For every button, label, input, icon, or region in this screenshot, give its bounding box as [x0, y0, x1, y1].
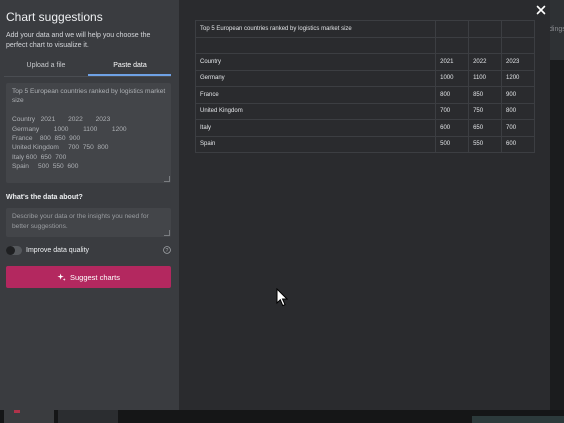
table-cell: 2022 — [468, 53, 503, 71]
table-cell — [468, 36, 503, 54]
table-cell: 2023 — [501, 53, 535, 71]
dialog-title: Chart suggestions — [6, 10, 103, 24]
tab-upload-file[interactable]: Upload a file — [4, 62, 88, 76]
sparkle-icon — [57, 272, 66, 281]
table-cell: 1200 — [501, 69, 535, 87]
table-cell: 900 — [501, 86, 535, 104]
table-cell: 1100 — [468, 69, 503, 87]
table-cell: 600 — [435, 119, 470, 137]
table-row: France 800 850 900 — [194, 86, 535, 104]
table-cell: 700 — [501, 119, 535, 137]
backdrop-thumbnail — [4, 410, 54, 423]
pasted-data-text: Top 5 European countries ranked by logis… — [12, 88, 166, 171]
table-cell: Top 5 European countries ranked by logis… — [194, 20, 437, 38]
resize-handle-icon[interactable] — [164, 176, 170, 182]
table-cell: 600 — [501, 135, 535, 153]
dialog-subtitle: Add your data and we will help you choos… — [6, 32, 151, 49]
table-cell — [501, 36, 535, 54]
table-cell: 850 — [468, 86, 503, 104]
about-data-label: What's the data about? — [6, 194, 83, 201]
table-cell — [501, 20, 535, 38]
table-cell: 800 — [435, 86, 470, 104]
table-row: Germany 1000 1100 1200 — [194, 69, 535, 87]
table-cell: 500 — [435, 135, 470, 153]
table-cell: 700 — [435, 102, 470, 120]
paste-data-textarea[interactable]: Top 5 European countries ranked by logis… — [6, 83, 171, 183]
table-cell — [435, 36, 470, 54]
help-icon[interactable]: ? — [163, 246, 171, 254]
table-cell: Country — [194, 53, 437, 71]
table-cell: 650 — [468, 119, 503, 137]
table-cell: France — [194, 86, 437, 104]
table-cell: 2021 — [435, 53, 470, 71]
table-row: Top 5 European countries ranked by logis… — [194, 20, 535, 38]
mouse-cursor-icon — [276, 288, 288, 307]
input-panel: Chart suggestions Add your data and we w… — [0, 0, 179, 410]
data-preview-table: Top 5 European countries ranked by logis… — [194, 20, 535, 153]
table-row: United Kingdom 700 750 800 — [194, 102, 535, 120]
about-data-placeholder: Describe your data or the insights you n… — [12, 213, 149, 230]
table-cell: 800 — [501, 102, 535, 120]
backdrop-thumbnail — [58, 410, 118, 423]
svg-text:?: ? — [166, 248, 169, 254]
table-cell — [468, 20, 503, 38]
table-row — [194, 36, 535, 54]
close-icon[interactable] — [536, 5, 546, 15]
table-row: Italy 600 650 700 — [194, 119, 535, 137]
resize-handle-icon[interactable] — [164, 230, 170, 236]
table-cell: 550 — [468, 135, 503, 153]
backdrop-partial-text: dings — [549, 26, 564, 33]
improve-quality-label: Improve data quality — [26, 247, 90, 254]
backdrop-thumbnail — [472, 416, 564, 423]
suggest-charts-button[interactable]: Suggest charts — [6, 266, 171, 288]
tab-divider — [4, 76, 171, 77]
table-cell: 750 — [468, 102, 503, 120]
table-cell: Spain — [194, 135, 437, 153]
table-row: Spain 500 550 600 — [194, 135, 535, 153]
active-tab-indicator — [88, 74, 171, 76]
table-cell: Germany — [194, 69, 437, 87]
table-row: Country 2021 2022 2023 — [194, 53, 535, 71]
about-data-textarea[interactable]: Describe your data or the insights you n… — [6, 208, 171, 237]
toggle-knob — [6, 246, 15, 255]
suggest-charts-label: Suggest charts — [69, 272, 121, 282]
table-cell: 1000 — [435, 69, 470, 87]
table-cell: United Kingdom — [194, 102, 437, 120]
improve-quality-toggle[interactable] — [6, 246, 22, 255]
table-cell — [194, 36, 437, 54]
table-cell — [435, 20, 470, 38]
backdrop-accent-mark — [14, 410, 20, 413]
chart-suggestions-dialog: Chart suggestions Add your data and we w… — [0, 0, 550, 410]
table-cell: Italy — [194, 119, 437, 137]
